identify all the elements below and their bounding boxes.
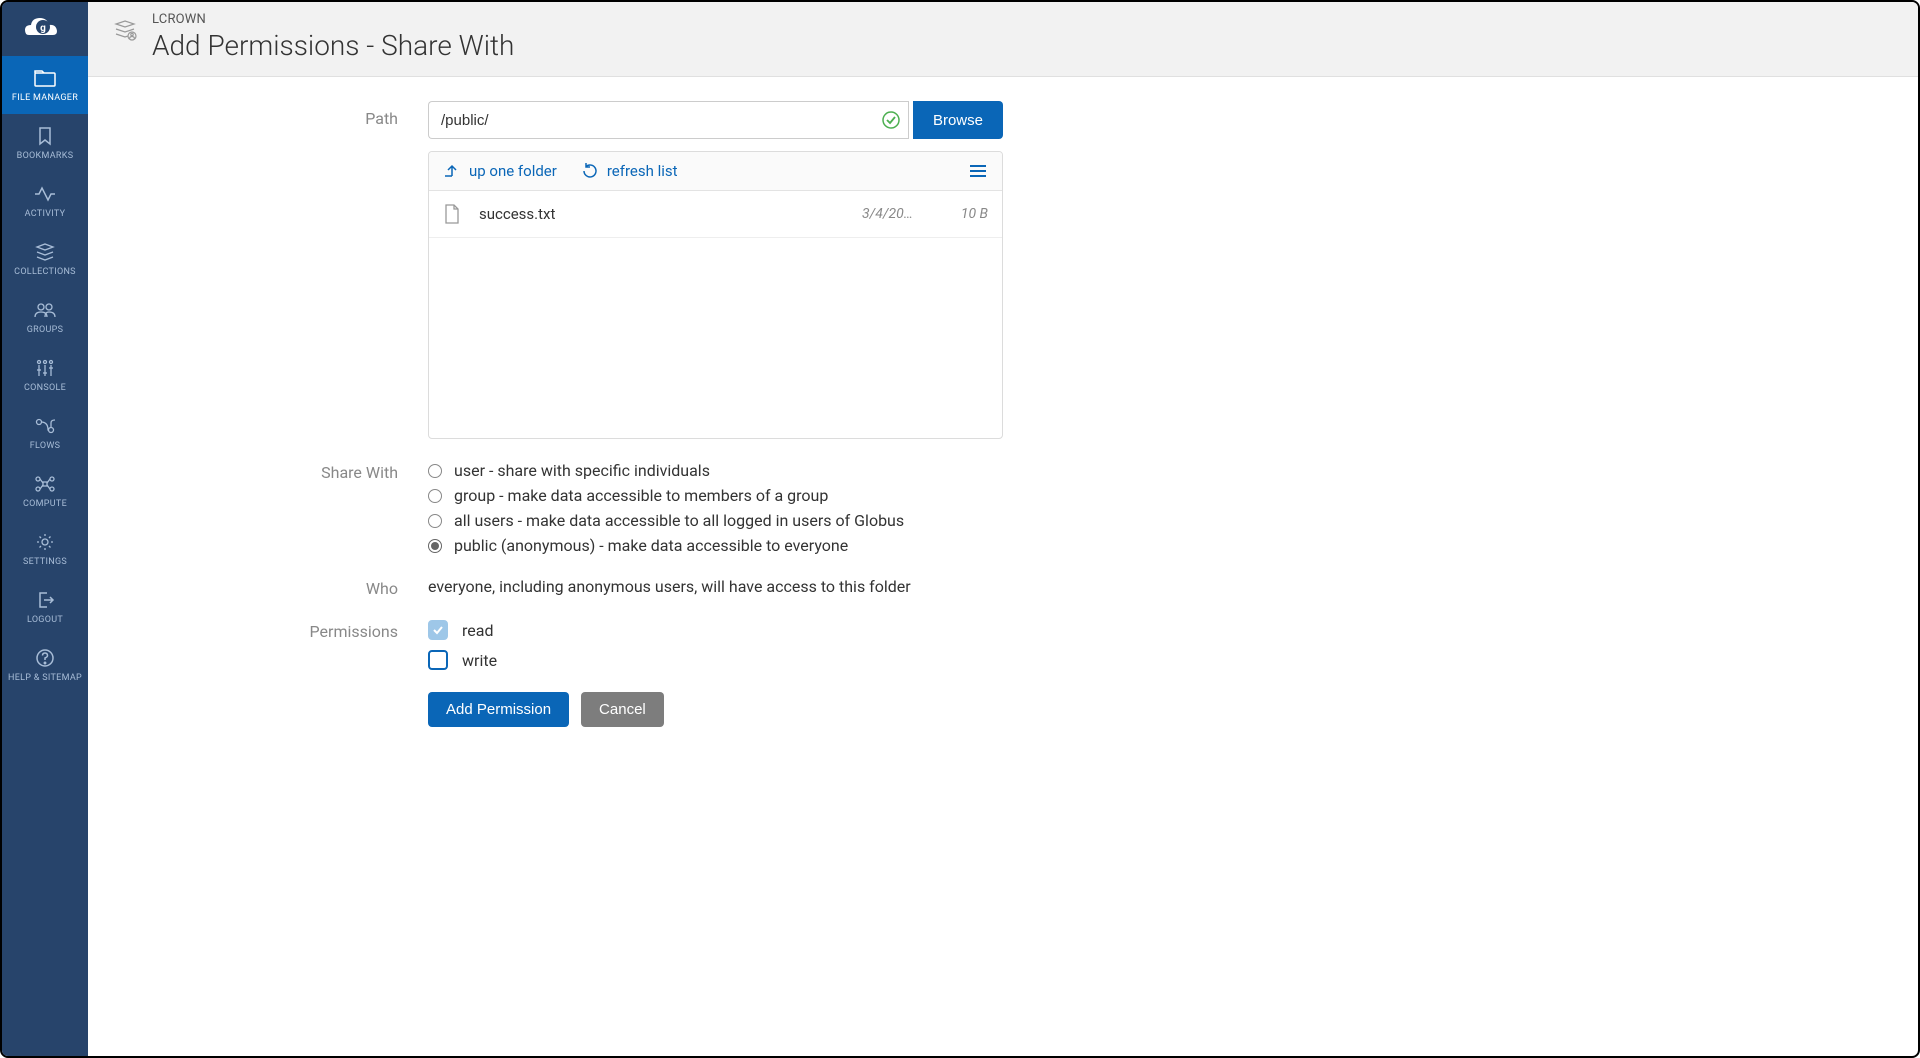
svg-text:g: g	[40, 23, 46, 34]
bookmark-icon	[37, 125, 53, 147]
file-date: 3/4/20…	[862, 206, 932, 222]
up-arrow-icon	[443, 163, 461, 179]
file-icon	[443, 203, 463, 225]
radio-icon	[428, 514, 442, 528]
hamburger-icon	[968, 163, 988, 179]
globus-logo-icon: g	[23, 13, 67, 45]
refresh-list-label: refresh list	[607, 162, 678, 180]
refresh-icon	[581, 162, 599, 180]
sidebar-item-label: COMPUTE	[23, 499, 67, 509]
refresh-list-button[interactable]: refresh list	[581, 162, 678, 180]
path-valid-indicator	[875, 101, 909, 139]
sidebar-item-console[interactable]: CONSOLE	[2, 346, 88, 404]
page-header: LCROWN Add Permissions - Share With	[88, 2, 1918, 77]
file-browser-empty-space	[429, 238, 1002, 438]
sidebar-item-activity[interactable]: ACTIVITY	[2, 172, 88, 230]
sidebar: g FILE MANAGER BOOKMARKS ACTIVITY	[2, 2, 88, 1056]
share-with-label: Share With	[128, 461, 428, 482]
form: Path Browse up one	[88, 77, 1918, 773]
help-icon	[35, 647, 55, 669]
file-name: success.txt	[479, 205, 846, 223]
share-with-options: user - share with specific individuals g…	[428, 461, 1003, 555]
checkbox-icon	[428, 650, 448, 670]
permission-read-label: read	[462, 621, 493, 640]
browse-button[interactable]: Browse	[913, 101, 1003, 139]
share-option-label: group - make data accessible to members …	[454, 486, 828, 505]
file-browser: up one folder refresh list	[428, 151, 1003, 439]
who-description: everyone, including anonymous users, wil…	[428, 577, 1003, 596]
share-option-label: public (anonymous) - make data accessibl…	[454, 536, 848, 555]
sidebar-item-label: GROUPS	[27, 325, 64, 335]
up-one-folder-button[interactable]: up one folder	[443, 162, 557, 180]
collection-header-icon	[112, 18, 138, 48]
sidebar-item-label: CONSOLE	[24, 383, 66, 393]
sidebar-item-flows[interactable]: FLOWS	[2, 404, 88, 462]
gear-icon	[35, 531, 55, 553]
sidebar-item-label: HELP & SITEMAP	[8, 673, 82, 683]
file-size: 10 B	[948, 206, 988, 222]
sidebar-item-label: SETTINGS	[23, 557, 67, 567]
share-option-user[interactable]: user - share with specific individuals	[428, 461, 1003, 480]
flows-icon	[34, 415, 56, 437]
radio-icon	[428, 539, 442, 553]
app-logo[interactable]: g	[2, 2, 88, 56]
activity-icon	[34, 183, 56, 205]
path-input[interactable]	[428, 101, 875, 139]
check-circle-icon	[881, 110, 901, 130]
check-icon	[431, 623, 445, 637]
sidebar-item-label: FILE MANAGER	[12, 93, 78, 103]
sidebar-item-help[interactable]: HELP & SITEMAP	[2, 636, 88, 694]
main-content: LCROWN Add Permissions - Share With Path…	[88, 2, 1918, 1056]
permissions-label: Permissions	[128, 620, 428, 641]
permission-write-checkbox[interactable]: write	[428, 650, 1003, 670]
up-one-folder-label: up one folder	[469, 162, 557, 180]
sidebar-item-groups[interactable]: GROUPS	[2, 288, 88, 346]
page-title: Add Permissions - Share With	[152, 29, 514, 62]
console-icon	[34, 357, 56, 379]
sidebar-item-label: FLOWS	[30, 441, 61, 451]
groups-icon	[33, 299, 57, 321]
sidebar-item-settings[interactable]: SETTINGS	[2, 520, 88, 578]
permission-read-checkbox: read	[428, 620, 1003, 640]
checkbox-icon	[428, 620, 448, 640]
sidebar-item-label: LOGOUT	[27, 615, 63, 625]
sidebar-item-label: COLLECTIONS	[14, 267, 76, 277]
compute-icon	[34, 473, 56, 495]
sidebar-item-bookmarks[interactable]: BOOKMARKS	[2, 114, 88, 172]
share-option-public[interactable]: public (anonymous) - make data accessibl…	[428, 536, 1003, 555]
sidebar-item-label: ACTIVITY	[25, 209, 66, 219]
share-option-label: user - share with specific individuals	[454, 461, 710, 480]
sidebar-item-label: BOOKMARKS	[17, 151, 74, 161]
file-row[interactable]: success.txt 3/4/20… 10 B	[429, 191, 1002, 238]
share-option-all-users[interactable]: all users - make data accessible to all …	[428, 511, 1003, 530]
breadcrumb[interactable]: LCROWN	[152, 12, 514, 27]
add-permission-button[interactable]: Add Permission	[428, 692, 569, 727]
path-label: Path	[128, 101, 428, 128]
sidebar-item-logout[interactable]: LOGOUT	[2, 578, 88, 636]
who-label: Who	[128, 577, 428, 598]
sidebar-item-file-manager[interactable]: FILE MANAGER	[2, 56, 88, 114]
radio-icon	[428, 464, 442, 478]
sidebar-item-collections[interactable]: COLLECTIONS	[2, 230, 88, 288]
sidebar-item-compute[interactable]: COMPUTE	[2, 462, 88, 520]
radio-icon	[428, 489, 442, 503]
share-option-label: all users - make data accessible to all …	[454, 511, 904, 530]
permission-write-label: write	[462, 651, 497, 670]
stack-icon	[35, 241, 55, 263]
folder-icon	[33, 67, 57, 89]
logout-icon	[35, 589, 55, 611]
cancel-button[interactable]: Cancel	[581, 692, 664, 727]
file-browser-menu-button[interactable]	[968, 163, 988, 179]
share-option-group[interactable]: group - make data accessible to members …	[428, 486, 1003, 505]
